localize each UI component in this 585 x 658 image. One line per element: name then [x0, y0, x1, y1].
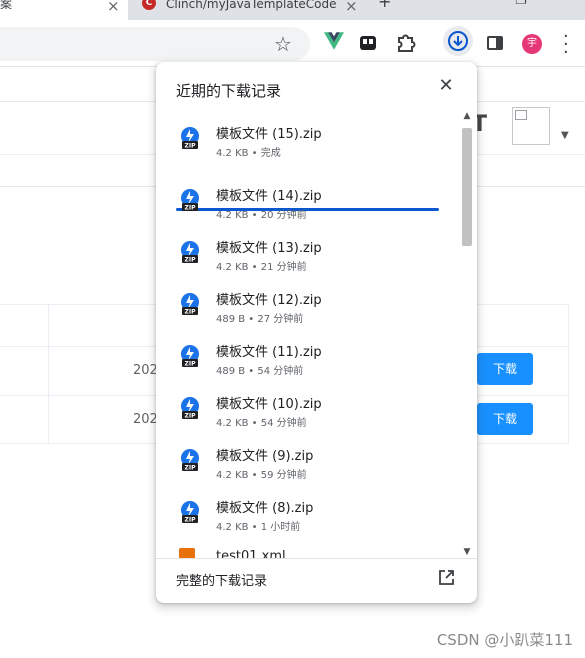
zip-file-icon: ZIP — [179, 188, 201, 212]
bubble-title: 近期的下载记录 — [176, 82, 282, 100]
download-list: ZIP 模板文件 (15).zip 4.2 KB • 完成 ZIP 模板文件 (… — [156, 110, 477, 558]
download-item[interactable]: ZIP 模板文件 (8).zip 4.2 KB • 1 小时前 — [156, 489, 477, 541]
tab-favicon-icon: C — [142, 0, 156, 10]
download-icon — [448, 31, 468, 51]
tab-title[interactable]: Clinch/myJavaTemplateCode — [166, 0, 337, 20]
svg-text:ZIP: ZIP — [185, 361, 197, 368]
tab-close-icon[interactable]: × — [345, 0, 358, 15]
svg-text:ZIP: ZIP — [185, 309, 197, 316]
xml-file-icon — [179, 548, 195, 558]
download-item[interactable]: ZIP 模板文件 (13).zip 4.2 KB • 21 分钟前 — [156, 229, 477, 281]
zip-file-icon: ZIP — [179, 126, 201, 150]
scroll-up-icon[interactable]: ▲ — [460, 110, 474, 122]
zip-file-icon: ZIP — [179, 240, 201, 264]
download-filename: 模板文件 (11).zip — [216, 345, 322, 360]
download-filename: 模板文件 (8).zip — [216, 501, 314, 516]
download-info: 489 B • 54 分钟前 — [216, 366, 304, 377]
download-filename: 模板文件 (15).zip — [216, 127, 322, 142]
extension-icon[interactable] — [359, 34, 377, 52]
download-filename: 模板文件 (12).zip — [216, 293, 322, 308]
download-info: 4.2 KB • 1 小时前 — [216, 522, 301, 533]
download-row-button[interactable]: 下载 — [477, 403, 533, 435]
download-info: 4.2 KB • 完成 — [216, 148, 281, 159]
scrollbar-thumb[interactable] — [462, 128, 472, 246]
scroll-down-icon[interactable]: ▼ — [460, 546, 474, 558]
download-filename: 模板文件 (13).zip — [216, 241, 322, 256]
window-restore-icon[interactable]: ❐ — [515, 0, 527, 15]
download-item[interactable]: ZIP 模板文件 (9).zip 4.2 KB • 59 分钟前 — [156, 437, 477, 489]
download-filename: 模板文件 (14).zip — [216, 189, 322, 204]
broken-image-icon — [512, 107, 550, 145]
full-download-history-link[interactable]: 完整的下载记录 — [176, 570, 267, 589]
bubble-divider — [156, 558, 477, 559]
download-button[interactable] — [443, 26, 473, 56]
svg-text:ZIP: ZIP — [185, 413, 197, 420]
zip-file-icon: ZIP — [179, 396, 201, 420]
download-bubble: 近期的下载记录 ✕ ZIP 模板文件 (15).zip 4.2 KB • 完成 … — [156, 62, 477, 603]
svg-text:ZIP: ZIP — [185, 465, 197, 472]
tab-title: 案 — [0, 0, 13, 11]
menu-kebab-icon[interactable]: · · · — [563, 28, 569, 62]
zip-file-icon: ZIP — [179, 448, 201, 472]
address-bar[interactable] — [0, 27, 310, 61]
tab-close-icon[interactable]: × — [107, 0, 120, 15]
download-info: 489 B • 27 分钟前 — [216, 314, 304, 325]
side-panel-icon[interactable] — [487, 36, 503, 50]
download-filename: 模板文件 (9).zip — [216, 449, 314, 464]
zip-file-icon: ZIP — [179, 500, 201, 524]
vue-devtools-icon[interactable] — [324, 32, 346, 54]
download-info: 4.2 KB • 59 分钟前 — [216, 470, 307, 481]
download-info: 4.2 KB • 20 分钟前 — [216, 210, 307, 221]
download-info: 4.2 KB • 54 分钟前 — [216, 418, 307, 429]
close-icon[interactable]: ✕ — [436, 76, 456, 96]
tab-active[interactable]: 案 × — [0, 0, 128, 20]
download-filename: 模板文件 (10).zip — [216, 397, 322, 412]
open-in-new-icon[interactable] — [438, 569, 455, 586]
download-item[interactable]: ZIP 模板文件 (15).zip 4.2 KB • 完成 — [156, 115, 477, 167]
avatar[interactable]: 宇 — [522, 34, 542, 54]
download-row-button[interactable]: 下载 — [477, 353, 533, 385]
download-item[interactable]: test01.xml — [156, 541, 477, 558]
new-tab-button[interactable]: + — [378, 0, 391, 16]
download-list-scrollbar[interactable]: ▲ ▼ — [460, 110, 474, 558]
download-info: 4.2 KB • 21 分钟前 — [216, 262, 307, 273]
tab-strip: 案 × C Clinch/myJavaTemplateCode × + ❐ — [0, 0, 585, 20]
download-item[interactable]: ZIP 模板文件 (14).zip 4.2 KB • 20 分钟前 — [156, 177, 477, 229]
extensions-puzzle-icon[interactable] — [395, 32, 417, 54]
zip-file-icon: ZIP — [179, 344, 201, 368]
download-filename: test01.xml — [216, 549, 286, 558]
svg-text:ZIP: ZIP — [185, 517, 197, 524]
svg-text:ZIP: ZIP — [185, 257, 197, 264]
svg-text:ZIP: ZIP — [185, 205, 197, 212]
svg-text:ZIP: ZIP — [185, 143, 197, 150]
download-item[interactable]: ZIP 模板文件 (12).zip 489 B • 27 分钟前 — [156, 281, 477, 333]
download-item[interactable]: ZIP 模板文件 (10).zip 4.2 KB • 54 分钟前 — [156, 385, 477, 437]
bookmark-star-icon[interactable]: ☆ — [274, 32, 292, 56]
zip-file-icon: ZIP — [179, 292, 201, 316]
watermark: CSDN @小趴菜111 — [436, 631, 573, 649]
dropdown-caret-icon[interactable]: ▼ — [561, 130, 569, 141]
download-item[interactable]: ZIP 模板文件 (11).zip 489 B • 54 分钟前 — [156, 333, 477, 385]
